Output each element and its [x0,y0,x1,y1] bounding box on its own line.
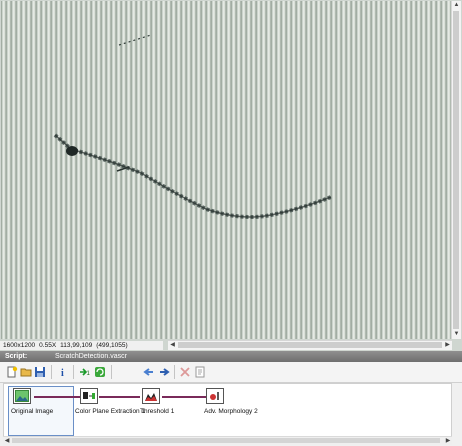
step-label: Adv. Morphology 2 [204,408,258,415]
performance-meter-icon[interactable] [193,365,207,379]
threshold-icon [142,388,160,404]
scratch-defect [53,34,332,219]
zoom-level: 0.55X [39,342,57,349]
script-toolbar: i 1 [0,362,462,383]
run-once-icon[interactable]: 1 [78,365,92,379]
image-viewer: ▲ ▼ [0,0,462,351]
open-script-icon[interactable] [19,365,33,379]
steps-horizontal-scrollbar[interactable]: ◀ ▶ [3,436,452,445]
pixel-value: 113,99,109 [60,342,93,349]
image-canvas[interactable] [1,1,451,339]
new-script-icon[interactable] [5,365,19,379]
status-bar: 1600x1200 0.55X 113,99,109 (499,1055) [0,341,163,350]
step-link [99,396,140,398]
step-threshold[interactable]: Threshold 1 [140,388,174,418]
scroll-down-icon[interactable]: ▼ [452,330,461,339]
scroll-right-icon[interactable]: ▶ [444,437,452,445]
advanced-morphology-icon [206,388,224,404]
delete-step-icon[interactable] [178,365,192,379]
step-color-plane-extraction[interactable]: Color Plane Extraction 1 [75,388,145,418]
scroll-left-icon[interactable]: ◀ [168,341,177,350]
toolbar-separator [51,365,52,379]
vertical-scroll-thumb[interactable] [453,11,459,329]
save-script-icon[interactable] [33,365,47,379]
step-advanced-morphology[interactable]: Adv. Morphology 2 [204,388,258,418]
script-label: Script: [5,353,28,360]
image-size: 1600x1200 [3,342,36,349]
scroll-right-icon[interactable]: ▶ [443,341,452,350]
script-title-bar: Script: ScratchDetection.vascr [0,351,462,362]
vertical-scrollbar[interactable]: ▲ ▼ [451,1,461,339]
step-label: Color Plane Extraction 1 [75,408,146,415]
svg-text:i: i [61,368,64,378]
steps-scroll-thumb[interactable] [12,438,440,443]
horizontal-scroll-thumb[interactable] [178,342,442,348]
step-original-image[interactable]: Original Image [11,388,53,418]
step-link [162,396,206,398]
run-continuous-icon[interactable] [93,365,107,379]
step-label: Threshold 1 [140,408,175,415]
color-plane-extraction-icon [80,388,98,404]
toolbar-separator [111,365,112,379]
original-image-icon [13,388,31,404]
cursor-position: (499,1055) [96,342,128,349]
svg-text:1: 1 [87,371,91,377]
step-label: Original Image [11,408,54,415]
script-steps-panel: Original Image Color Plane Extraction 1 … [3,383,452,437]
toolbar-separator [73,365,74,379]
horizontal-scrollbar[interactable]: ◀ ▶ [168,340,452,350]
scroll-left-icon[interactable]: ◀ [3,437,11,445]
info-icon[interactable]: i [56,365,70,379]
scroll-up-icon[interactable]: ▲ [452,1,461,10]
step-link [34,396,80,398]
previous-step-icon[interactable] [142,365,156,379]
script-filename: ScratchDetection.vascr [55,353,127,360]
toolbar-separator [174,365,175,379]
next-step-icon[interactable] [157,365,171,379]
